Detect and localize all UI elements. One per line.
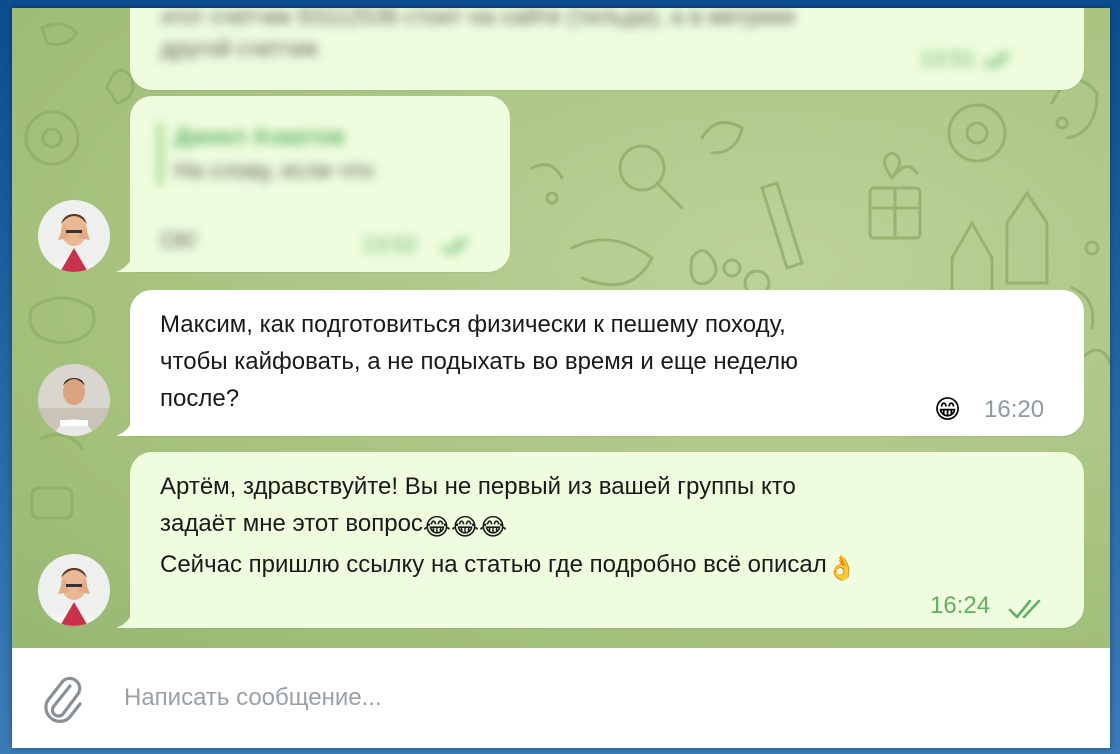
message-input[interactable]: Написать сообщение... — [124, 684, 382, 712]
message-time: 16:24 — [930, 592, 991, 619]
read-double-check-icon — [982, 51, 1012, 69]
reply-quote-text: На слову, если что — [174, 157, 374, 183]
reply-quote-bar — [158, 122, 162, 186]
bubble-tail — [116, 610, 134, 628]
message-bubble-incoming[interactable]: Максим, как подготовиться физически к пе… — [130, 290, 1084, 436]
message-text: Артём, здравствуйте! Вы не первый из ваш… — [160, 468, 857, 587]
attach-paperclip-icon[interactable] — [40, 672, 82, 724]
message-text: ОК! — [160, 227, 198, 253]
message-time: 13:52 — [362, 232, 418, 257]
reaction-emoji[interactable]: 😁 — [934, 394, 961, 425]
reply-quote-author: Данил Азаатов — [174, 123, 345, 149]
message-time: 16:20 — [984, 396, 1045, 423]
message-composer: Написать сообщение... — [12, 648, 1110, 748]
message-bubble-outgoing[interactable]: этот счетчик 93112536 стоит на сайте (ти… — [130, 8, 1084, 90]
chat-history[interactable]: этот счетчик 93112536 стоит на сайте (ти… — [12, 8, 1110, 648]
message-time: 13:51 — [920, 46, 976, 71]
telegram-window: этот счетчик 93112536 стоит на сайте (ти… — [12, 8, 1110, 748]
avatar[interactable] — [38, 554, 110, 626]
message-bubble-outgoing[interactable]: Артём, здравствуйте! Вы не первый из ваш… — [130, 452, 1084, 628]
message-line: Сейчас пришлю ссылку на статью где подро… — [160, 551, 827, 578]
laughing-emoji: 😂😂😂 — [422, 514, 508, 541]
avatar[interactable] — [38, 364, 110, 436]
bubble-tail — [116, 254, 134, 272]
avatar[interactable] — [38, 200, 110, 272]
message-text: этот счетчик 93112536 стоит на сайте (ти… — [160, 8, 796, 61]
message-text: Максим, как подготовиться физически к пе… — [160, 311, 798, 412]
read-double-check-icon — [1008, 599, 1041, 619]
bubble-tail — [116, 418, 134, 436]
message-line: задаёт мне этот вопрос — [160, 510, 423, 537]
message-bubble-outgoing[interactable]: Данил Азаатов На слову, если что ОК! 13:… — [130, 96, 510, 272]
message-line: Артём, здравствуйте! Вы не первый из ваш… — [160, 473, 796, 500]
ok-hand-emoji: 👌 — [826, 555, 857, 582]
read-double-check-icon — [440, 237, 470, 255]
